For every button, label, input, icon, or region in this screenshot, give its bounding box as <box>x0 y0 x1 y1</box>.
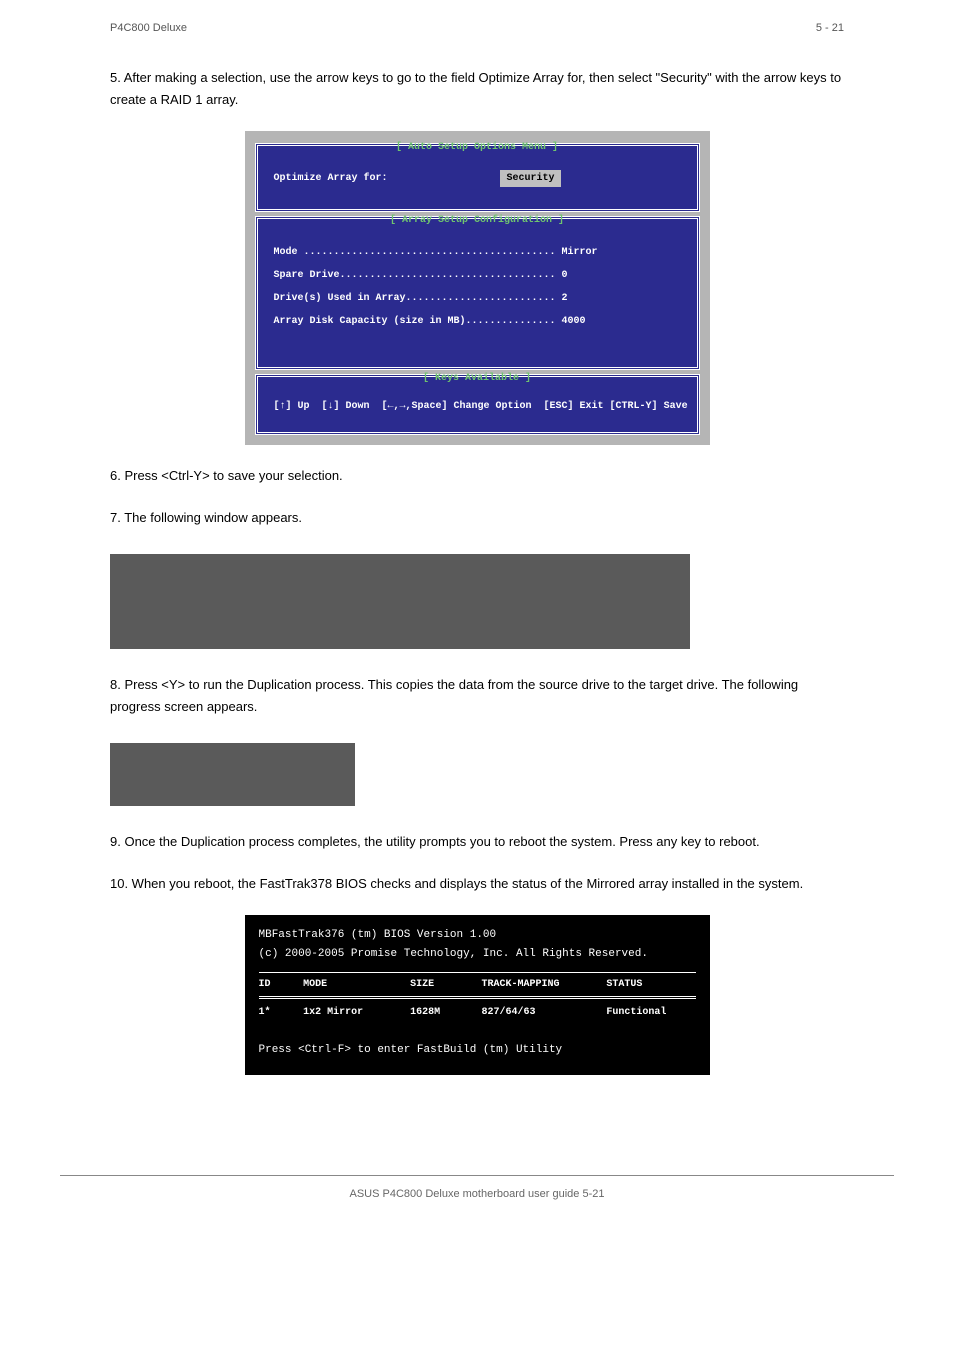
step-9-text: 9. Once the Duplication process complete… <box>110 831 844 853</box>
bios-title-keys: [ Keys Available ] <box>258 371 697 386</box>
step-10-text: 10. When you reboot, the FastTrak378 BIO… <box>110 873 844 895</box>
footer-text: ASUS P4C800 Deluxe motherboard user guid… <box>0 1176 954 1233</box>
optimize-value[interactable]: Security <box>500 170 560 187</box>
config-mode: Mode ...................................… <box>274 245 681 260</box>
bios-keys-footer: [↑] Up [↓] Down [←,→,Space] Change Optio… <box>274 385 681 420</box>
step-8-text: 8. Press <Y> to run the Duplication proc… <box>110 674 844 718</box>
row-size: 1628M <box>410 1005 481 1020</box>
bios-copyright-line: (c) 2000-2005 Promise Technology, Inc. A… <box>259 946 696 963</box>
step-6-text: 6. Press <Ctrl-Y> to save your selection… <box>110 465 844 487</box>
bios-title-options: [ Auto Setup Options Menu ] <box>258 140 697 155</box>
bios-title-config: [ Array Setup Configuration ] <box>258 213 697 228</box>
config-spare: Spare Drive.............................… <box>274 268 681 283</box>
col-mode: MODE <box>303 977 410 992</box>
row-track: 827/64/63 <box>481 1005 606 1020</box>
col-id: ID <box>259 977 304 992</box>
bios-table-row: 1* 1x2 Mirror 1628M 827/64/63 Functional <box>259 999 696 1026</box>
col-track: TRACK-MAPPING <box>481 977 606 992</box>
header-right: 5 - 21 <box>816 20 844 37</box>
bios-screenshot-auto-setup: [ Auto Setup Options Menu ] Optimize Arr… <box>245 131 710 445</box>
bios-row-optimize: Optimize Array for: Security <box>274 156 681 197</box>
row-status: Functional <box>606 1005 695 1020</box>
row-mode: 1x2 Mirror <box>303 1005 410 1020</box>
step-7-text: 7. The following window appears. <box>110 507 844 529</box>
col-size: SIZE <box>410 977 481 992</box>
page-content: 5. After making a selection, use the arr… <box>0 67 954 1135</box>
gray-screenshot-prompt <box>110 554 690 649</box>
row-id: 1* <box>259 1005 304 1020</box>
bios-box-options-menu: [ Auto Setup Options Menu ] Optimize Arr… <box>255 143 700 212</box>
optimize-label: Optimize Array for: <box>274 171 388 186</box>
page-header: P4C800 Deluxe 5 - 21 <box>0 0 954 47</box>
bios-screenshot-status: MBFastTrak376 (tm) BIOS Version 1.00 (c)… <box>245 915 710 1075</box>
step-5-text: 5. After making a selection, use the arr… <box>110 67 844 111</box>
col-status: STATUS <box>606 977 695 992</box>
bios-table-header: ID MODE SIZE TRACK-MAPPING STATUS <box>259 972 696 999</box>
bios-box-keys: [ Keys Available ] [↑] Up [↓] Down [←,→,… <box>255 374 700 435</box>
config-drives: Drive(s) Used in Array..................… <box>274 291 681 306</box>
bios-version-line: MBFastTrak376 (tm) BIOS Version 1.00 <box>259 927 696 944</box>
bios-enter-utility: Press <Ctrl-F> to enter FastBuild (tm) U… <box>259 1042 696 1059</box>
gray-screenshot-progress <box>110 743 355 806</box>
bios-box-config: [ Array Setup Configuration ] Mode .....… <box>255 216 700 370</box>
header-left: P4C800 Deluxe <box>110 20 187 37</box>
config-capacity: Array Disk Capacity (size in MB)........… <box>274 314 681 329</box>
